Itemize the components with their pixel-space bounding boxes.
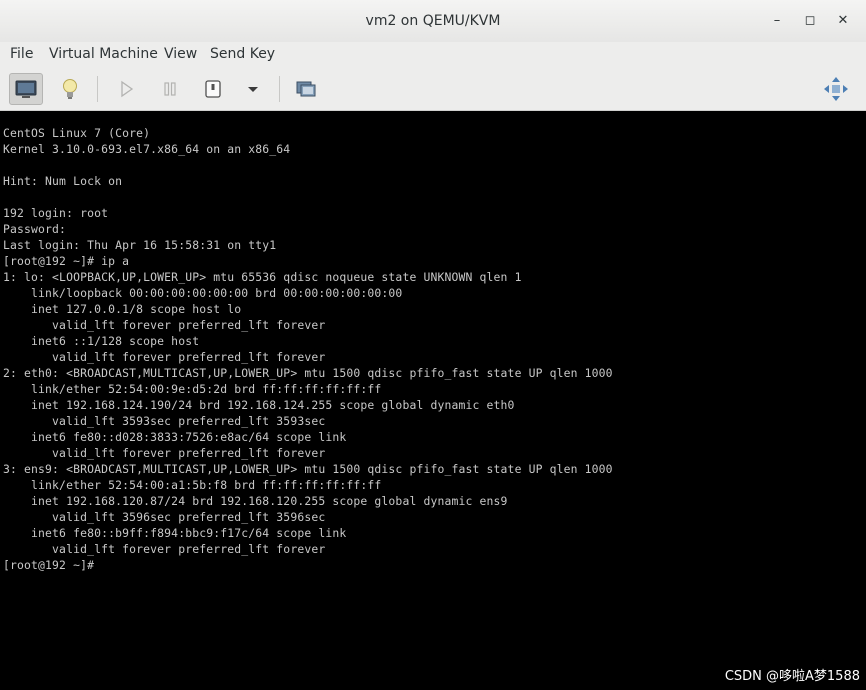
play-icon: [121, 80, 134, 98]
window-title: vm2 on QEMU/KVM: [365, 13, 501, 29]
maximize-button[interactable]: ◻: [801, 12, 819, 30]
terminal-line: valid_lft 3596sec preferred_lft 3596sec: [3, 510, 326, 524]
minimize-button[interactable]: –: [768, 12, 786, 30]
terminal-line: 2: eth0: <BROADCAST,MULTICAST,UP,LOWER_U…: [3, 366, 613, 380]
terminal-line: Last login: Thu Apr 16 15:58:31 on tty1: [3, 238, 277, 252]
terminal-line: valid_lft forever preferred_lft forever: [3, 446, 326, 460]
monitor-icon: [15, 80, 37, 98]
terminal-line: Hint: Num Lock on: [3, 174, 123, 188]
terminal-line: valid_lft forever preferred_lft forever: [3, 542, 326, 556]
terminal-line: inet6 ::1/128 scope host: [3, 334, 200, 348]
menu-send-key[interactable]: Send Key: [210, 46, 275, 62]
terminal-line: valid_lft forever preferred_lft forever: [3, 350, 326, 364]
details-view-button[interactable]: [53, 73, 87, 105]
terminal-line: inet 192.168.124.190/24 brd 192.168.124.…: [3, 398, 515, 412]
terminal-line: inet 192.168.120.87/24 brd 192.168.120.2…: [3, 494, 508, 508]
move-icon: [824, 77, 848, 101]
terminal-line: [root@192 ~]#: [3, 558, 95, 572]
menu-virtual-machine[interactable]: Virtual Machine: [49, 46, 158, 62]
vm-console[interactable]: CentOS Linux 7 (Core) Kernel 3.10.0-693.e…: [0, 111, 866, 690]
terminal-line: inet6 fe80::b9ff:f894:bbc9:f17c/64 scope…: [3, 526, 347, 540]
fullscreen-button[interactable]: [819, 73, 853, 105]
chevron-down-icon: [248, 87, 258, 92]
terminal-line: link/ether 52:54:00:a1:5b:f8 brd ff:ff:f…: [3, 478, 382, 492]
toolbar: [0, 68, 866, 111]
terminal-line: CentOS Linux 7 (Core): [3, 126, 151, 140]
terminal-line: [root@192 ~]# ip a: [3, 254, 130, 268]
terminal-line: valid_lft forever preferred_lft forever: [3, 318, 326, 332]
title-bar: vm2 on QEMU/KVM – ◻ ✕: [0, 0, 866, 43]
lightbulb-icon: [63, 79, 77, 99]
menu-bar: File Virtual Machine View Send Key: [0, 42, 866, 69]
menu-view[interactable]: View: [164, 46, 197, 62]
terminal-output: CentOS Linux 7 (Core) Kernel 3.10.0-693.e…: [3, 125, 613, 573]
power-icon: [205, 80, 221, 98]
run-button[interactable]: [109, 73, 143, 105]
snapshots-button[interactable]: [290, 73, 324, 105]
terminal-line: inet 127.0.0.1/8 scope host lo: [3, 302, 242, 316]
terminal-line: link/loopback 00:00:00:00:00:00 brd 00:0…: [3, 286, 403, 300]
terminal-line: Password:: [3, 222, 67, 236]
terminal-line: 192 login: root: [3, 206, 109, 220]
terminal-line: inet6 fe80::d028:3833:7526:e8ac/64 scope…: [3, 430, 347, 444]
menu-file[interactable]: File: [10, 46, 33, 62]
toolbar-separator: [97, 76, 98, 102]
snapshots-icon: [296, 81, 316, 97]
close-button[interactable]: ✕: [834, 12, 852, 30]
pause-button[interactable]: [153, 73, 187, 105]
vm-viewer-window: vm2 on QEMU/KVM – ◻ ✕ File Virtual Machi…: [0, 0, 866, 690]
shutdown-button[interactable]: [196, 73, 230, 105]
terminal-line: Kernel 3.10.0-693.el7.x86_64 on an x86_6…: [3, 142, 291, 156]
terminal-line: link/ether 52:54:00:9e:d5:2d brd ff:ff:f…: [3, 382, 382, 396]
toolbar-separator: [279, 76, 280, 102]
terminal-line: 3: ens9: <BROADCAST,MULTICAST,UP,LOWER_U…: [3, 462, 613, 476]
shutdown-dropdown[interactable]: [236, 73, 270, 105]
watermark: CSDN @哆啦A梦1588: [724, 669, 860, 684]
terminal-line: 1: lo: <LOOPBACK,UP,LOWER_UP> mtu 65536 …: [3, 270, 522, 284]
console-view-button[interactable]: [9, 73, 43, 105]
terminal-line: valid_lft 3593sec preferred_lft 3593sec: [3, 414, 326, 428]
pause-icon: [164, 82, 176, 96]
